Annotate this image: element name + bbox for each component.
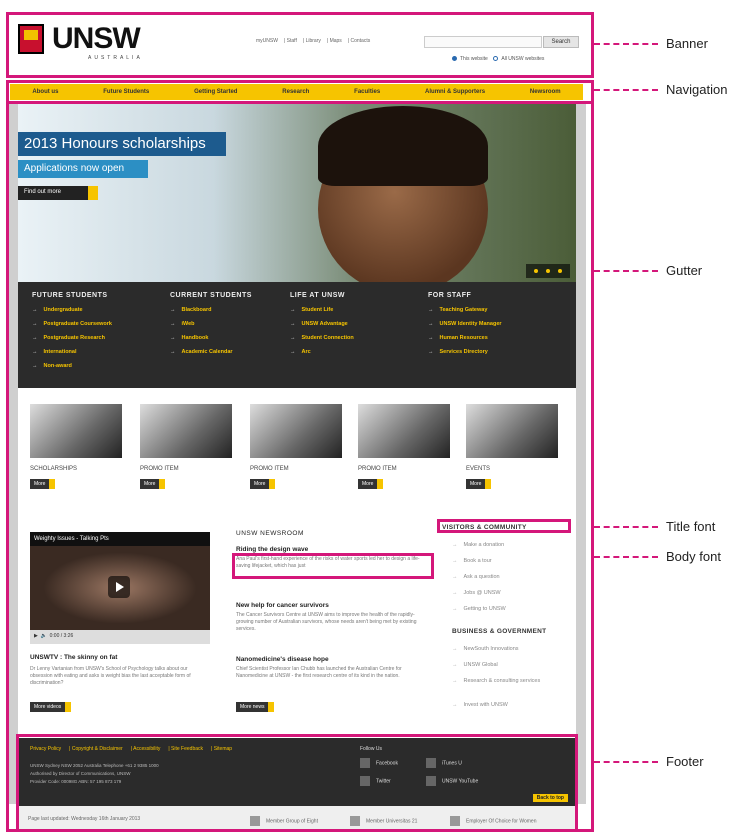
title-font-highlight-box <box>437 519 571 533</box>
gutter-highlight-box <box>6 102 594 832</box>
callout-dash <box>594 42 658 45</box>
callout-label: Gutter <box>666 263 703 278</box>
callout-banner: Banner <box>594 36 708 51</box>
footer-highlight-box <box>16 734 578 832</box>
callout-label: Body font <box>666 549 721 564</box>
callout-title-font: Title font <box>594 519 715 534</box>
callout-dash <box>594 88 658 91</box>
banner-highlight-box <box>6 12 594 78</box>
callout-label: Banner <box>666 36 708 51</box>
callout-navigation: Navigation <box>594 82 727 97</box>
callout-dash <box>594 269 658 272</box>
callout-gutter: Gutter <box>594 263 702 278</box>
body-font-highlight-box <box>232 553 434 579</box>
callout-label: Footer <box>666 754 704 769</box>
callout-label: Title font <box>666 519 716 534</box>
navigation-highlight-box <box>6 80 594 104</box>
callout-footer: Footer <box>594 754 704 769</box>
callout-body-font: Body font <box>594 549 721 564</box>
callout-dash <box>594 525 658 528</box>
callout-dash <box>594 555 658 558</box>
callout-label: Navigation <box>666 82 728 97</box>
callout-dash <box>594 760 658 763</box>
